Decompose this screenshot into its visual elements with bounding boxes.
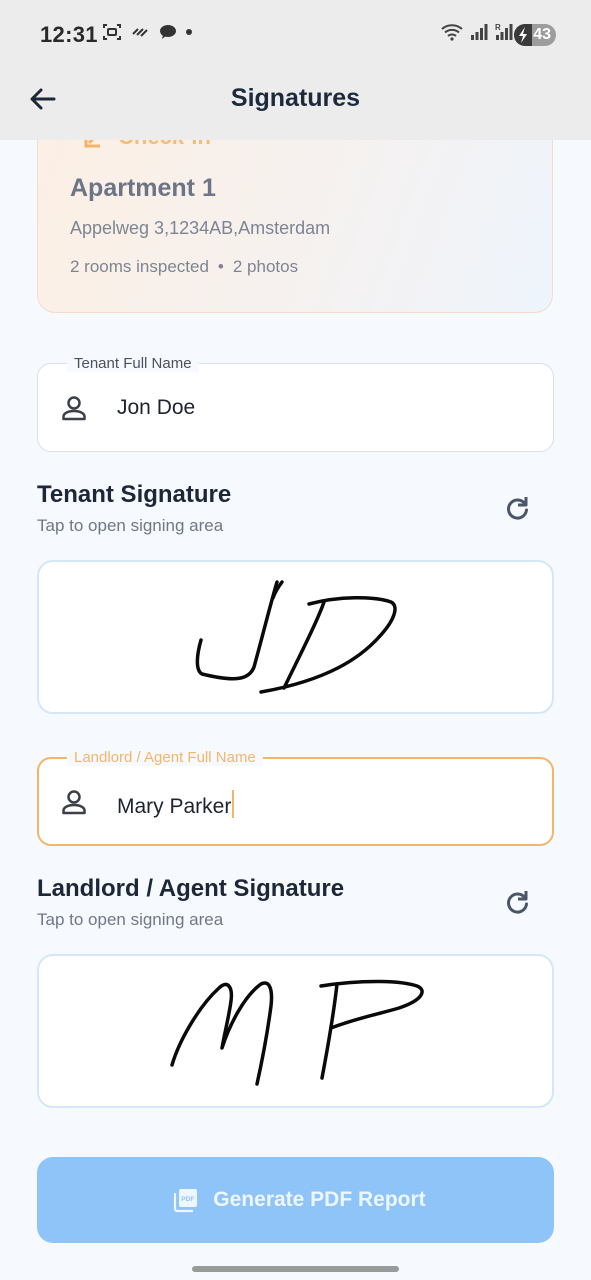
landlord-clear-signature-refresh-icon[interactable] xyxy=(502,887,532,917)
tenant-name-field[interactable]: Jon Doe xyxy=(37,363,554,452)
wifi-icon xyxy=(441,24,463,41)
charging-bolt-icon xyxy=(519,27,527,43)
tenant-name-label: Tenant Full Name xyxy=(67,355,199,372)
landlord-signature-hint: Tap to open signing area xyxy=(37,910,224,929)
inspection-type-label: Check-in xyxy=(118,140,211,150)
landlord-signature-pad[interactable] xyxy=(37,954,554,1108)
check-in-icon xyxy=(84,140,100,148)
gesture-home-bar[interactable] xyxy=(192,1266,399,1272)
svg-text:R: R xyxy=(495,23,501,32)
status-icons-right: R xyxy=(440,22,514,42)
landlord-name-field[interactable]: Mary Parker xyxy=(37,757,554,846)
missed-call-icon xyxy=(132,28,148,37)
tenant-signature-pad[interactable] xyxy=(37,560,554,714)
meta-separator: • xyxy=(217,257,224,276)
landlord-name-label: Landlord / Agent Full Name xyxy=(67,749,263,766)
status-icons-left xyxy=(102,22,192,42)
tenant-signature-hint: Tap to open signing area xyxy=(37,516,224,535)
screenshot-icon xyxy=(103,24,121,40)
person-icon xyxy=(62,790,86,815)
inspection-meta: 2 rooms inspected • 2 photos xyxy=(70,257,298,277)
page-title: Signatures xyxy=(230,84,361,112)
signal-r-icon: R xyxy=(495,23,513,40)
pdf-icon: PDF xyxy=(174,1189,198,1213)
landlord-name-value: Mary Parker xyxy=(117,795,232,818)
landlord-name-input[interactable]: Mary Parker xyxy=(117,790,235,819)
tenant-clear-signature-refresh-icon[interactable] xyxy=(502,493,532,523)
battery-charge-indicator xyxy=(514,24,532,46)
photos-count: 2 photos xyxy=(232,257,299,276)
signal-icon xyxy=(471,24,488,40)
generate-pdf-button[interactable]: PDF Generate PDF Report xyxy=(37,1157,554,1243)
text-cursor xyxy=(232,790,235,818)
generate-pdf-label: Generate PDF Report xyxy=(213,1188,426,1211)
tenant-signature-drawing xyxy=(195,580,397,694)
landlord-signature-title: Landlord / Agent Signature xyxy=(37,875,345,902)
battery-level: 43 xyxy=(533,26,551,43)
chat-icon xyxy=(160,25,176,39)
rooms-count: 2 rooms inspected xyxy=(70,257,209,276)
property-address: Appelweg 3,1234AB,Amsterdam xyxy=(70,218,331,238)
status-time: 12:31 xyxy=(40,22,98,47)
person-icon xyxy=(62,396,86,421)
tenant-name-value: Jon Doe xyxy=(117,396,196,419)
notification-dot-icon xyxy=(186,29,192,35)
scroll-clip: Check-in Apartment 1 Appelweg 3,1234AB,A… xyxy=(0,140,591,320)
property-name: Apartment 1 xyxy=(70,174,216,202)
svg-text:PDF: PDF xyxy=(182,1196,195,1203)
tenant-signature-title: Tenant Signature xyxy=(37,481,232,508)
landlord-signature-drawing xyxy=(170,979,424,1086)
